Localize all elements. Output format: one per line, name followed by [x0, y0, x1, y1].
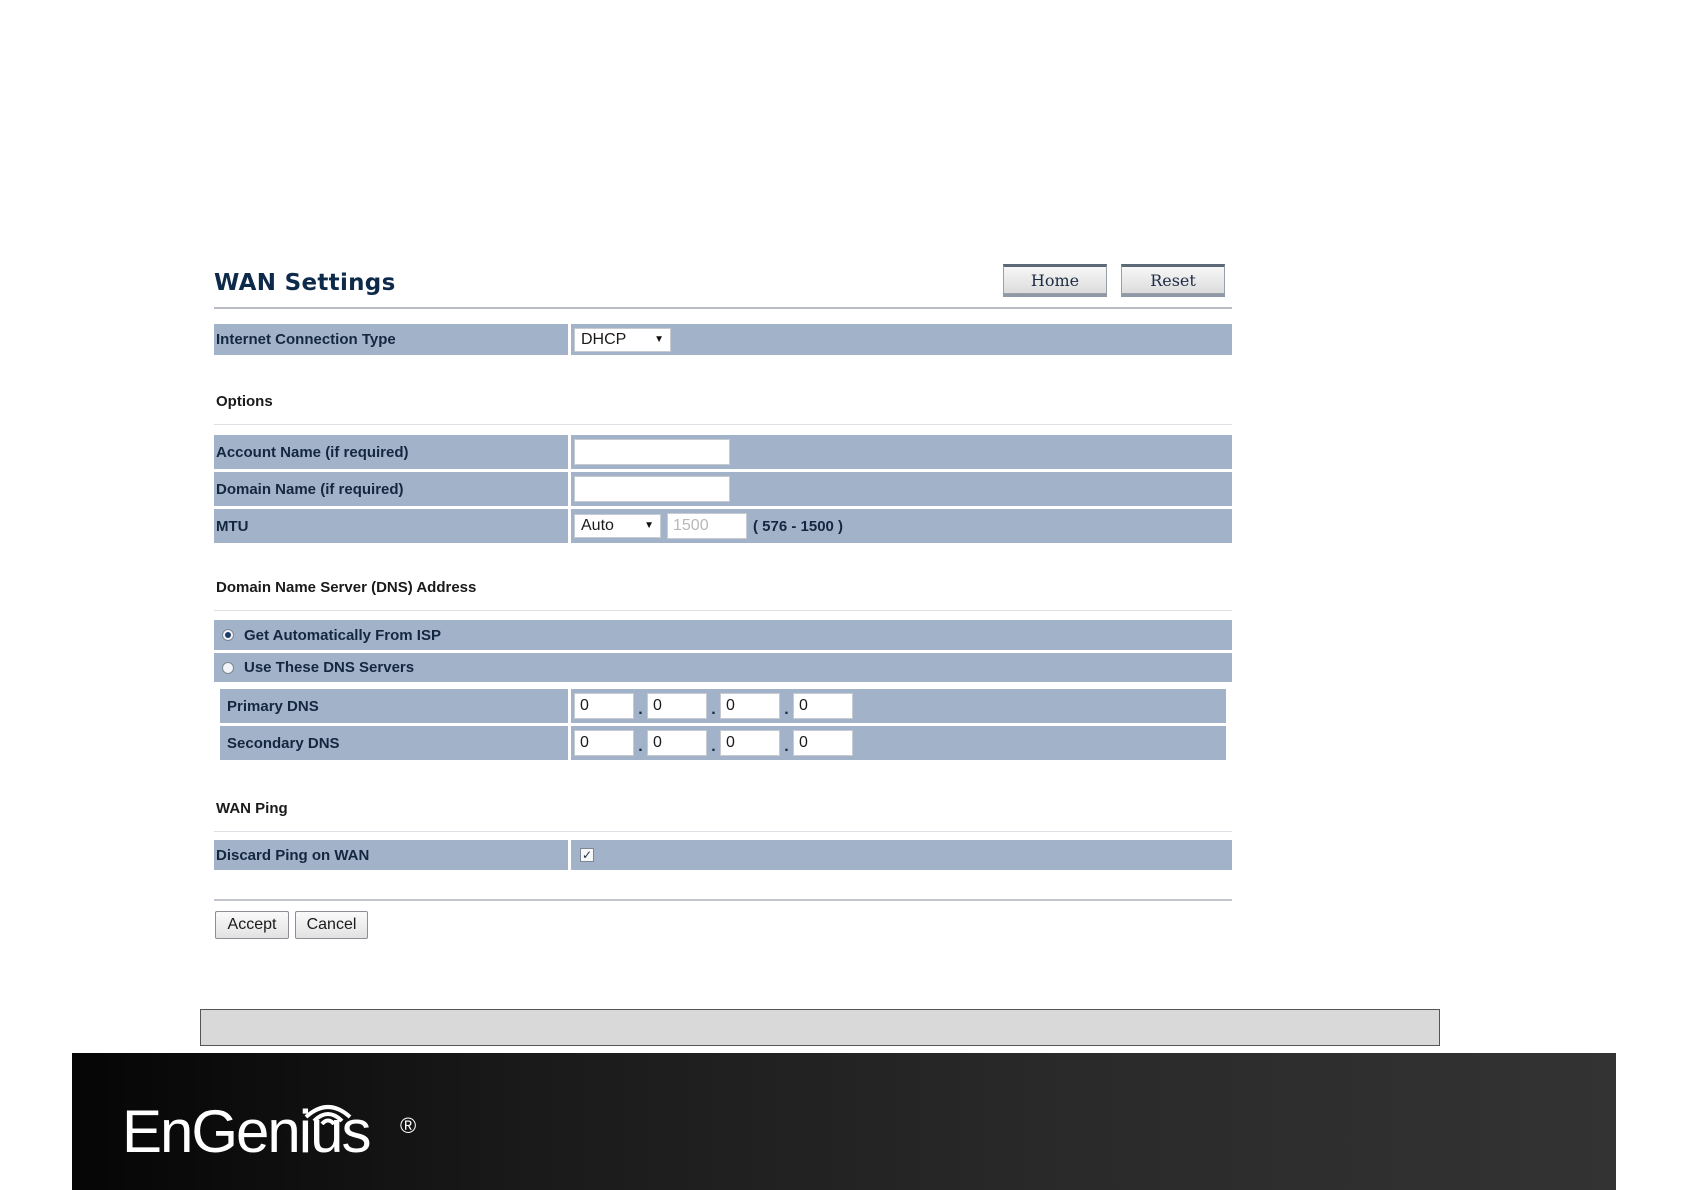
- chevron-down-icon: ▼: [654, 333, 664, 345]
- footer-bar: EnGenius ®: [72, 1053, 1616, 1190]
- discard-ping-checkbox[interactable]: ✓: [580, 848, 594, 862]
- domain-name-input[interactable]: [574, 476, 730, 502]
- mtu-mode-value: Auto: [581, 517, 614, 534]
- dns-auto-row[interactable]: Get Automatically From ISP: [214, 620, 1232, 650]
- mtu-mode-select[interactable]: Auto ▼: [574, 514, 661, 538]
- secondary-dns-octet-3[interactable]: 0: [720, 730, 780, 756]
- secondary-dns-label: Secondary DNS: [227, 734, 340, 752]
- discard-ping-label: Discard Ping on WAN: [216, 846, 370, 864]
- primary-dns-octet-1[interactable]: 0: [574, 693, 634, 719]
- primary-dns-label: Primary DNS: [227, 697, 319, 715]
- dns-manual-row[interactable]: Use These DNS Servers: [214, 653, 1232, 682]
- secondary-dns-row: Secondary DNS 0 . 0 . 0 . 0: [220, 726, 1226, 760]
- accept-button[interactable]: Accept: [215, 911, 289, 939]
- mtu-input[interactable]: 1500: [667, 513, 747, 539]
- cancel-button[interactable]: Cancel: [295, 911, 368, 939]
- title-divider: [214, 307, 1232, 309]
- secondary-dns-octet-4[interactable]: 0: [793, 730, 853, 756]
- connection-type-label: Internet Connection Type: [216, 331, 396, 348]
- dns-section-title: Domain Name Server (DNS) Address: [216, 579, 477, 596]
- primary-dns-row: Primary DNS 0 . 0 . 0 . 0: [220, 689, 1226, 723]
- primary-dns-octet-2[interactable]: 0: [647, 693, 707, 719]
- account-name-label: Account Name (if required): [216, 443, 409, 461]
- mtu-range-hint: ( 576 - 1500 ): [753, 517, 844, 535]
- connection-type-select[interactable]: DHCP ▼: [574, 327, 671, 352]
- domain-name-row: Domain Name (if required): [214, 472, 1232, 506]
- discard-ping-row: Discard Ping on WAN ✓: [214, 840, 1232, 870]
- dns-auto-radio[interactable]: [222, 629, 234, 641]
- home-button[interactable]: Home: [1003, 264, 1107, 294]
- mtu-label: MTU: [216, 517, 249, 535]
- dns-manual-radio[interactable]: [222, 661, 234, 674]
- page-caption-bar: [200, 1009, 1440, 1046]
- chevron-down-icon: ▼: [644, 520, 654, 531]
- options-section-title: Options: [216, 393, 273, 410]
- form-divider: [214, 899, 1232, 901]
- page-title: WAN Settings: [214, 270, 396, 296]
- connection-type-row: Internet Connection Type DHCP ▼: [214, 324, 1232, 355]
- primary-dns-octet-4[interactable]: 0: [793, 693, 853, 719]
- secondary-dns-octet-2[interactable]: 0: [647, 730, 707, 756]
- registered-mark: ®: [400, 1113, 417, 1138]
- account-name-row: Account Name (if required): [214, 435, 1232, 469]
- mtu-row: MTU Auto ▼ 1500 ( 576 - 1500 ): [214, 509, 1232, 543]
- account-name-input[interactable]: [574, 439, 730, 465]
- wan-ping-section-title: WAN Ping: [216, 800, 288, 817]
- wifi-icon: [304, 1105, 352, 1125]
- dns-manual-label: Use These DNS Servers: [244, 659, 415, 676]
- secondary-dns-octet-1[interactable]: 0: [574, 730, 634, 756]
- reset-button[interactable]: Reset: [1121, 264, 1225, 294]
- dns-auto-label: Get Automatically From ISP: [244, 626, 441, 644]
- connection-type-value: DHCP: [581, 330, 627, 348]
- primary-dns-octet-3[interactable]: 0: [720, 693, 780, 719]
- domain-name-label: Domain Name (if required): [216, 480, 404, 498]
